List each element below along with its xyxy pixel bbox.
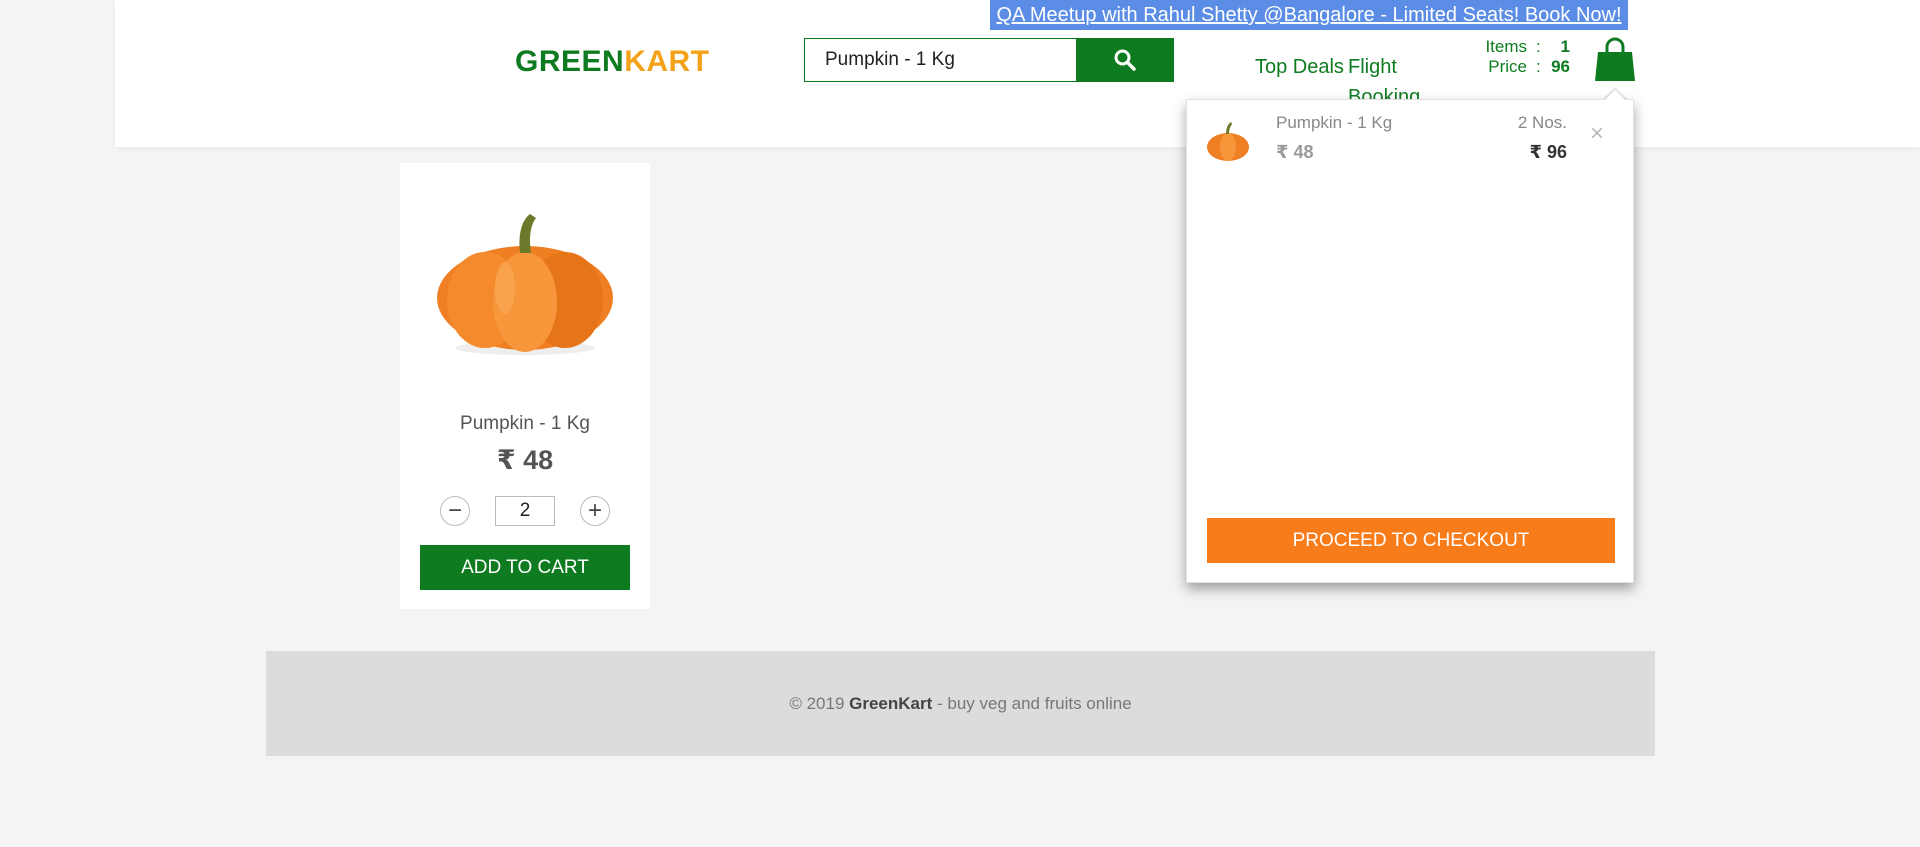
- price-label: Price: [1488, 57, 1527, 76]
- search-input[interactable]: [804, 38, 1076, 82]
- cart-item-price: ₹ 48: [1276, 142, 1314, 162]
- price-total: 96: [1551, 57, 1570, 76]
- cart-preview: Pumpkin - 1 Kg ₹ 48 2 Nos. ₹ 96 × PROCEE…: [1186, 99, 1634, 583]
- cart-item-thumbnail: [1207, 122, 1249, 161]
- greenkart-logo: GREENKART: [515, 45, 710, 79]
- logo-orange-part: KART: [624, 45, 710, 78]
- search-icon: [1114, 49, 1136, 71]
- add-to-cart-button[interactable]: ADD TO CART: [420, 545, 630, 590]
- cart-item-name: Pumpkin - 1 Kg: [1276, 113, 1393, 132]
- product-price: ₹ 48: [496, 445, 554, 475]
- site-footer: © 2019 GreenKart - buy veg and fruits on…: [266, 651, 1655, 756]
- footer-brand: GreenKart: [849, 694, 933, 713]
- pumpkin-image: [437, 214, 613, 355]
- search-button[interactable]: [1076, 38, 1174, 82]
- product-name: Pumpkin - 1 Kg: [460, 413, 590, 434]
- promo-banner-link[interactable]: QA Meetup with Rahul Shetty @Bangalore -…: [990, 0, 1628, 30]
- logo-green-part: GREEN: [515, 45, 625, 78]
- footer-prefix: © 2019: [789, 694, 850, 713]
- cart-item-quantity: 2 Nos.: [1517, 113, 1567, 132]
- footer-suffix: - buy veg and fruits online: [932, 694, 1132, 713]
- quantity-input[interactable]: [495, 496, 555, 526]
- proceed-to-checkout-button[interactable]: PROCEED TO CHECKOUT: [1207, 518, 1615, 563]
- cart-item-amount: ₹ 96: [1529, 142, 1567, 162]
- items-count: 1: [1560, 37, 1570, 56]
- nav-top-deals[interactable]: Top Deals: [1255, 52, 1345, 82]
- cart-preview-caret-inner: [1605, 90, 1625, 100]
- cart-button[interactable]: [1594, 37, 1636, 82]
- remove-item-button[interactable]: ×: [1590, 122, 1604, 146]
- product-card: Pumpkin - 1 Kg ₹ 48 − + ADD TO CART: [400, 163, 650, 609]
- decrement-button[interactable]: −: [440, 496, 470, 526]
- shopping-bag-icon: [1595, 37, 1635, 81]
- increment-button[interactable]: +: [580, 496, 610, 526]
- items-label: Items: [1485, 37, 1527, 56]
